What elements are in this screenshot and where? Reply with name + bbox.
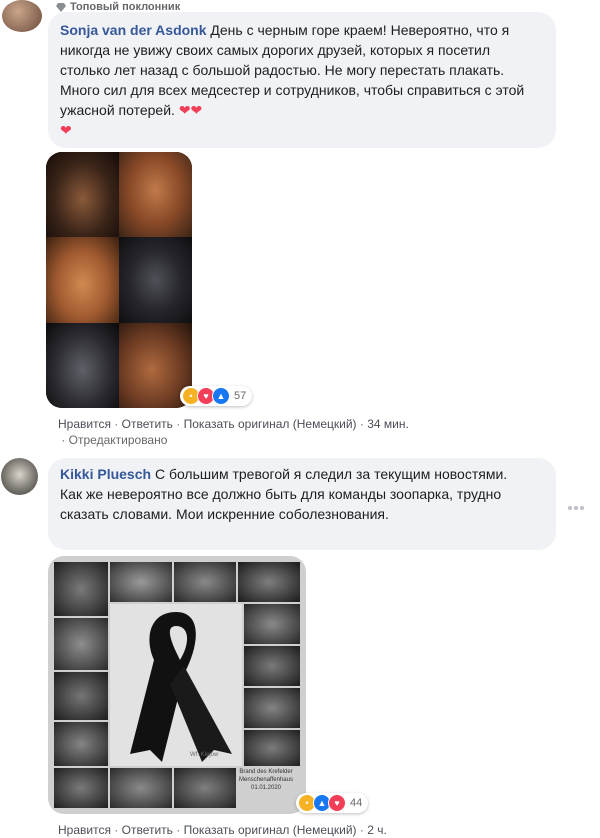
show-original-link[interactable]: Показать оригинал (Немецкий) (184, 823, 357, 837)
memorial-panel: Wf. Klejow (110, 604, 242, 766)
photo-tile (119, 237, 192, 323)
comment-actions: Нравится · Ответить · Показать оригинал … (58, 823, 387, 837)
comment-photo[interactable]: Wf. Klejow Brand des Krefelder Menschena… (48, 556, 306, 814)
black-ribbon-icon (130, 612, 232, 762)
heart-emoji: ❤ (60, 122, 72, 138)
comment-photo[interactable] (46, 152, 192, 408)
photo-tile (244, 646, 300, 686)
more-options-icon[interactable] (566, 500, 586, 510)
heart-emoji: ❤❤ (178, 102, 203, 118)
reply-link[interactable]: Ответить (122, 823, 173, 837)
photo-tile (174, 768, 236, 808)
photo-tile (54, 722, 108, 766)
reply-link[interactable]: Ответить (122, 417, 173, 431)
like-link[interactable]: Нравится (58, 823, 111, 837)
photo-tile (244, 730, 300, 766)
image-watermark: Wf. Klejow (190, 752, 219, 758)
photo-tile (54, 562, 108, 616)
commenter-avatar[interactable] (2, 0, 42, 32)
photo-tile (46, 237, 119, 323)
photo-tile (46, 152, 119, 238)
photo-tile (54, 672, 108, 720)
show-original-link[interactable]: Показать оригинал (Немецкий) (184, 417, 357, 431)
commenter-avatar[interactable] (1, 458, 38, 495)
diamond-icon (56, 2, 66, 12)
comment-bubble: Sonja van der Asdonk День с черным горе … (48, 12, 556, 148)
photo-tile (238, 562, 300, 602)
photo-tile (244, 604, 300, 644)
photo-tile (110, 768, 172, 808)
reactions-summary[interactable]: • ♥ ▲ 57 (180, 386, 253, 406)
photo-tile (54, 768, 108, 808)
reactions-summary[interactable]: • ▲ ♥ 44 (296, 793, 369, 813)
photo-tile (46, 322, 119, 408)
love-reaction-icon: ♥ (328, 794, 346, 812)
timestamp[interactable]: 2 ч. (367, 823, 387, 837)
comment-text: С большим тревогой я следил за текущим н… (154, 466, 508, 482)
image-caption: Brand des Krefelder Menschenaffenhaus 01… (239, 769, 293, 791)
photo-tile (174, 562, 236, 602)
commenter-name[interactable]: Sonja van der Asdonk (60, 22, 207, 38)
like-reaction-icon: ▲ (212, 387, 230, 405)
timestamp[interactable]: 34 мин. (367, 417, 409, 431)
reaction-count: 57 (234, 390, 247, 402)
comment-text: Как же невероятно все должно быть для ко… (60, 486, 502, 522)
like-link[interactable]: Нравится (58, 417, 111, 431)
photo-tile (110, 562, 172, 602)
edited-label[interactable]: Отредактировано (69, 433, 168, 447)
photo-tile (244, 688, 300, 728)
comment-bubble: Kikki Pluesch С большим тревогой я следи… (48, 458, 556, 550)
commenter-name[interactable]: Kikki Pluesch (60, 466, 151, 482)
comment-actions: Нравится · Ответить · Показать оригинал … (58, 417, 409, 447)
reaction-count: 44 (350, 797, 363, 809)
photo-tile (54, 618, 108, 670)
photo-tile (119, 152, 192, 238)
